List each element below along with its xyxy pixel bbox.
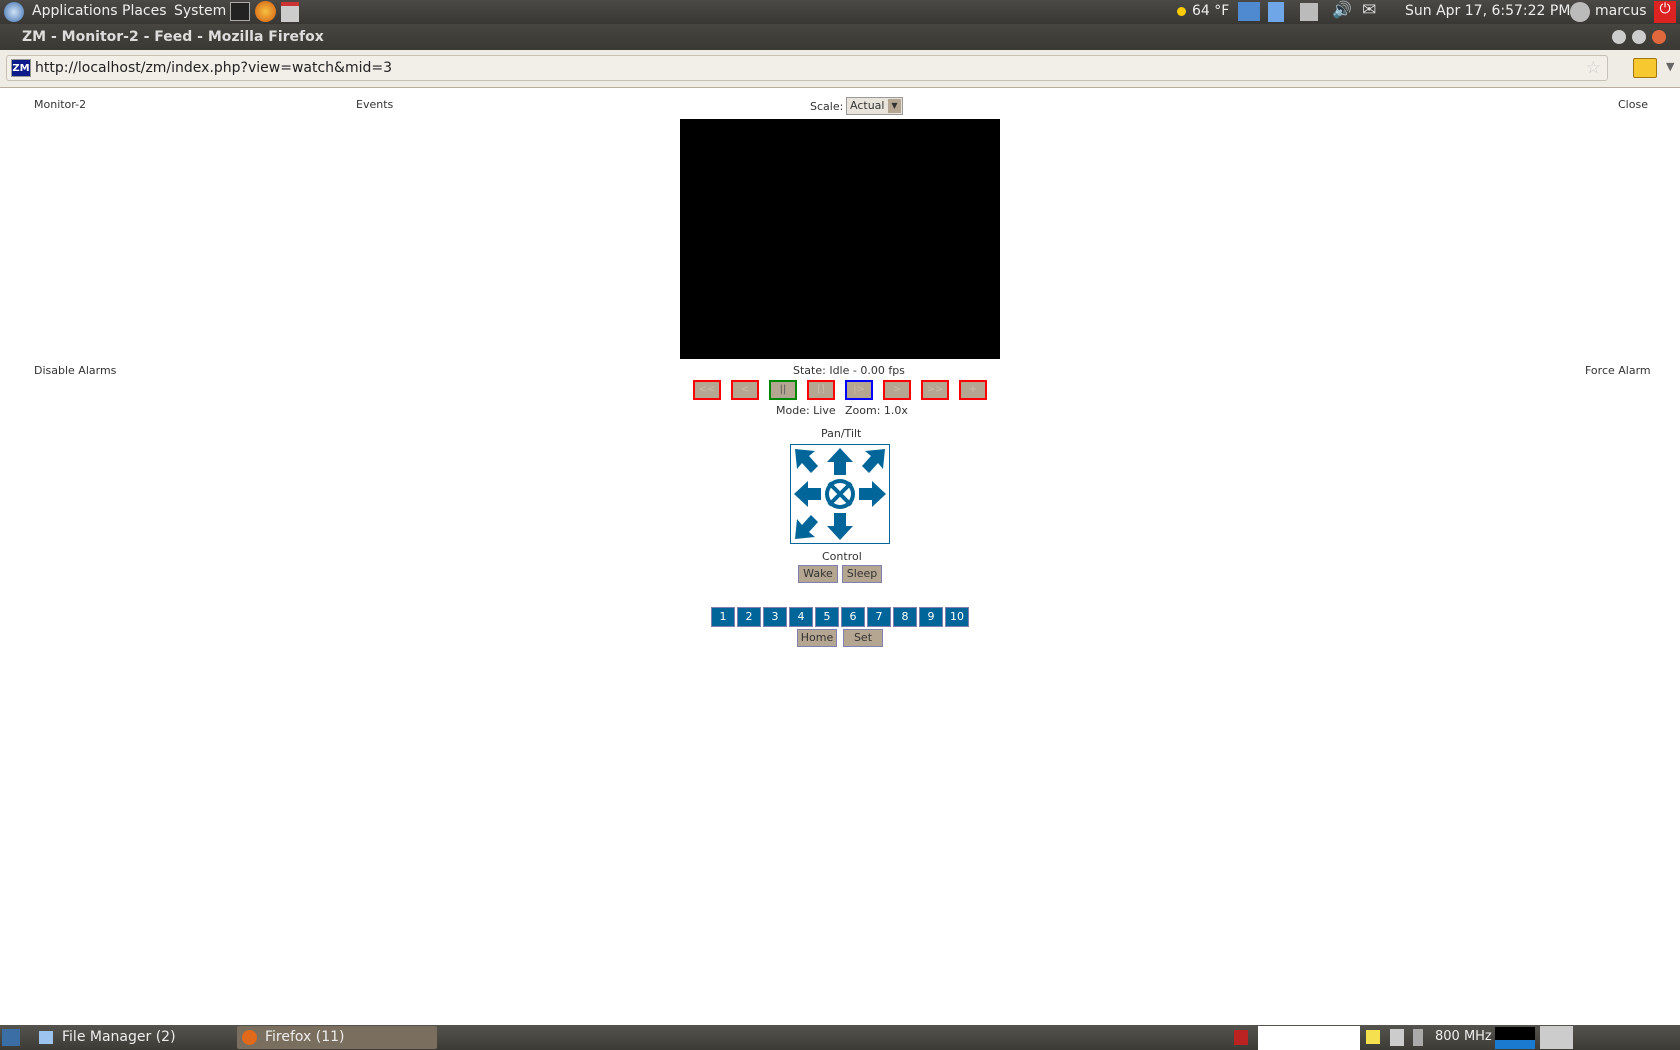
preset-5-button[interactable]: 5 — [815, 607, 839, 627]
pan-tilt-control[interactable] — [790, 444, 890, 544]
mode-text: Mode: Live — [776, 404, 836, 417]
events-link[interactable]: Events — [356, 98, 393, 111]
menu-dropdown-icon[interactable]: ▼ — [1666, 60, 1674, 73]
weather-icon — [1177, 7, 1186, 16]
notes-icon[interactable] — [1366, 1030, 1380, 1044]
preset-9-button[interactable]: 9 — [919, 607, 943, 627]
wake-button[interactable]: Wake — [798, 565, 838, 583]
preset-6-button[interactable]: 6 — [841, 607, 865, 627]
window-titlebar: ZM - Monitor-2 - Feed - Mozilla Firefox — [0, 24, 1680, 50]
url-bar[interactable]: ZM http://localhost/zm/index.php?view=wa… — [6, 55, 1608, 81]
navigation-bar: ZM http://localhost/zm/index.php?view=wa… — [0, 50, 1680, 88]
control-label: Control — [822, 550, 862, 563]
chevron-down-icon: ▼ — [888, 99, 901, 113]
user-name[interactable]: marcus — [1595, 3, 1647, 19]
system-monitor-icon[interactable] — [1390, 1029, 1404, 1046]
menu-applications[interactable]: Applications — [32, 3, 118, 19]
stop-button[interactable]: [] — [807, 380, 835, 400]
close-link[interactable]: Close — [1618, 98, 1648, 111]
window-title: ZM - Monitor-2 - Feed - Mozilla Firefox — [22, 29, 324, 45]
preset-4-button[interactable]: 4 — [789, 607, 813, 627]
ubuntu-logo-icon[interactable] — [4, 2, 24, 22]
preset-7-button[interactable]: 7 — [867, 607, 891, 627]
pan-tilt-arrows-icon — [794, 448, 886, 540]
preset-8-button[interactable]: 8 — [893, 607, 917, 627]
slow-forward-button[interactable]: > — [883, 380, 911, 400]
bookmarks-folder-icon[interactable] — [1633, 58, 1657, 78]
arrow-left-icon — [794, 481, 821, 507]
firefox-label: Firefox (11) — [265, 1029, 345, 1045]
firefox-tray-icon[interactable] — [1540, 1026, 1573, 1049]
bookmark-star-icon[interactable]: ☆ — [1586, 58, 1601, 78]
power-icon[interactable]: ⏻ — [1654, 1, 1676, 23]
state-text: State: Idle - 0.00 fps — [793, 364, 905, 377]
arrow-up-left-icon — [795, 449, 818, 473]
disable-alarms-link[interactable]: Disable Alarms — [34, 364, 116, 377]
scale-select[interactable]: Actual ▼ — [846, 97, 903, 115]
slow-rewind-button[interactable]: < — [731, 380, 759, 400]
file-manager-icon — [39, 1031, 53, 1044]
monitor-name: Monitor-2 — [34, 98, 87, 111]
taskbar-file-manager[interactable]: File Manager (2) — [34, 1026, 236, 1049]
show-desktop-icon[interactable] — [2, 1029, 20, 1046]
cpu-frequency[interactable]: 800 MHz — [1435, 1029, 1492, 1044]
terminal-icon[interactable] — [230, 2, 250, 21]
zoom-out-button[interactable]: + — [959, 380, 987, 400]
fast-rewind-button[interactable]: << — [693, 380, 721, 400]
weather-text[interactable]: 64 °F — [1192, 3, 1229, 19]
arrow-down-left-icon — [795, 515, 818, 539]
preset-10-button[interactable]: 10 — [945, 607, 969, 627]
fast-forward-button[interactable]: >> — [921, 380, 949, 400]
maximize-button[interactable] — [1632, 30, 1646, 44]
cpu-graph[interactable] — [1495, 1027, 1535, 1049]
home-button[interactable]: Home — [797, 629, 837, 647]
preset-2-button[interactable]: 2 — [737, 607, 761, 627]
tray-blank-area — [1258, 1026, 1360, 1050]
scale-value: Actual — [850, 99, 885, 112]
app-tray-icon[interactable] — [1234, 1030, 1248, 1045]
preset-3-button[interactable]: 3 — [763, 607, 787, 627]
arrow-up-icon — [827, 448, 853, 475]
network-icon[interactable] — [1238, 2, 1260, 21]
taskbar: File Manager (2) Firefox (11) 800 MHz — [0, 1025, 1680, 1050]
video-feed — [680, 119, 1000, 359]
user-icon — [1570, 2, 1590, 22]
app-launcher-icon[interactable] — [281, 2, 299, 22]
file-manager-label: File Manager (2) — [62, 1029, 176, 1045]
menu-system[interactable]: System — [174, 3, 226, 19]
file-cabinet-icon[interactable] — [1268, 2, 1284, 22]
url-text[interactable]: http://localhost/zm/index.php?view=watch… — [35, 60, 392, 76]
favicon-icon: ZM — [11, 59, 31, 77]
firefox-icon — [242, 1030, 257, 1045]
clock[interactable]: Sun Apr 17, 6:57:22 PM — [1405, 3, 1570, 19]
scale-label: Scale: — [810, 100, 844, 113]
set-button[interactable]: Set — [843, 629, 883, 647]
arrow-right-icon — [859, 481, 886, 507]
arrow-down-icon — [827, 513, 853, 540]
mail-icon[interactable]: ✉ — [1362, 0, 1376, 20]
pause-button[interactable]: || — [769, 380, 797, 400]
close-window-button[interactable] — [1652, 30, 1666, 44]
volume-icon[interactable]: 🔊 — [1332, 0, 1352, 19]
printer-icon[interactable] — [1300, 3, 1318, 21]
force-alarm-link[interactable]: Force Alarm — [1585, 364, 1651, 377]
battery-icon[interactable] — [1413, 1029, 1423, 1046]
taskbar-firefox[interactable]: Firefox (11) — [237, 1026, 437, 1049]
firefox-icon[interactable] — [255, 1, 276, 22]
arrow-up-right-icon — [862, 449, 885, 473]
top-panel: Applications Places System 64 °F 🔊 ✉ Sun… — [0, 0, 1680, 24]
minimize-button[interactable] — [1612, 30, 1626, 44]
play-button[interactable]: |> — [845, 380, 873, 400]
pantilt-label: Pan/Tilt — [821, 427, 862, 440]
menu-places[interactable]: Places — [122, 3, 167, 19]
preset-1-button[interactable]: 1 — [711, 607, 735, 627]
center-home-icon — [825, 479, 855, 509]
sleep-button[interactable]: Sleep — [842, 565, 882, 583]
zoom-text: Zoom: 1.0x — [845, 404, 908, 417]
